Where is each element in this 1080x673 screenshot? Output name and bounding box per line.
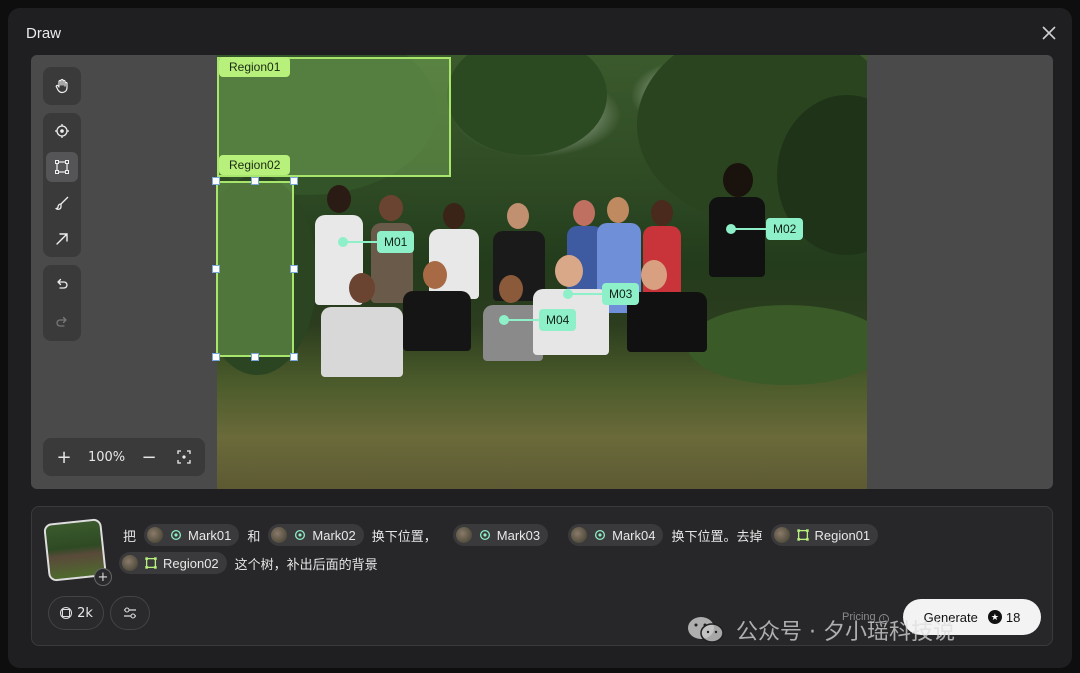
globe-icon <box>60 606 73 620</box>
prompt-text: 换下位置， <box>371 529 437 545</box>
fit-screen-icon <box>177 450 191 464</box>
undo-icon <box>57 278 68 289</box>
undo-button[interactable] <box>46 268 78 300</box>
chip-label: Mark04 <box>612 527 656 543</box>
draw-dialog: Draw Region01 Region02 M01 M02 M03 M04 +… <box>8 8 1072 668</box>
avatar <box>773 527 790 543</box>
close-button[interactable] <box>1038 22 1060 44</box>
target-icon <box>169 528 183 542</box>
target-icon <box>593 528 607 542</box>
prompt-text: 换下位置。去掉 <box>671 529 763 545</box>
close-icon <box>1042 26 1056 40</box>
mark-01-tag[interactable]: M01 <box>377 231 415 253</box>
chip-label: Region02 <box>163 555 219 571</box>
chip-label: Mark02 <box>312 527 356 543</box>
resize-handle[interactable] <box>290 177 298 185</box>
chip-label: Mark01 <box>188 527 232 543</box>
hand-icon <box>55 78 68 94</box>
mark-03-tag[interactable]: M03 <box>602 283 640 305</box>
region-tool[interactable] <box>46 152 78 182</box>
prompt-text: 和 <box>247 529 261 545</box>
mark-tool[interactable] <box>46 116 78 146</box>
arrow-icon <box>56 233 68 245</box>
credit-icon: ★ <box>987 610 1002 624</box>
watermark: 公众号 · 夕小瑶科技说 <box>686 614 955 646</box>
rectangle-select-icon <box>55 160 69 174</box>
mark03-chip[interactable]: Mark03 <box>452 524 549 546</box>
zoom-in-button[interactable]: + <box>53 446 75 468</box>
prompt-line-2[interactable]: Region02 这个树，补出后面的背景 <box>119 552 380 574</box>
region-02-box[interactable] <box>216 181 294 357</box>
resolution-label: 2k <box>77 605 93 621</box>
zoom-bar: + 100% − <box>43 438 205 476</box>
brush-tool[interactable] <box>46 188 78 218</box>
avatar <box>455 527 472 543</box>
mark-02-tag[interactable]: M02 <box>766 218 804 240</box>
mark-02-line <box>733 228 767 230</box>
mark01-chip[interactable]: Mark01 <box>144 524 240 546</box>
avatar <box>122 555 138 571</box>
prompt-text: 这个树，补出后面的背景 <box>234 557 378 573</box>
hand-tool[interactable] <box>46 70 78 102</box>
draw-toolbar <box>43 113 81 257</box>
redo-icon <box>56 316 67 327</box>
mark02-chip[interactable]: Mark02 <box>268 524 364 546</box>
resize-handle[interactable] <box>212 265 220 273</box>
region01-chip[interactable]: Region01 <box>770 524 879 546</box>
rectangle-select-icon <box>796 528 810 542</box>
resize-handle[interactable] <box>212 177 220 185</box>
mark-04-tag[interactable]: M04 <box>539 309 577 331</box>
hand-toolbar <box>43 67 81 105</box>
redo-button[interactable] <box>46 306 78 338</box>
region-02-tag[interactable]: Region02 <box>219 155 291 175</box>
mark04-chip[interactable]: Mark04 <box>568 524 664 546</box>
mark-01-line <box>345 241 379 243</box>
watermark-text: 公众号 · 夕小瑶科技说 <box>736 620 955 645</box>
mark-03-line <box>570 293 604 295</box>
prompt-line-1[interactable]: 把 Mark01 和 Mark02 换下位置， Mark03 Mark04 换下… <box>121 524 884 546</box>
brush-icon <box>55 196 69 210</box>
prompt-text: 把 <box>123 529 137 545</box>
resize-handle[interactable] <box>290 353 298 361</box>
zoom-level: 100% <box>87 449 126 465</box>
resize-handle[interactable] <box>251 177 259 185</box>
history-toolbar <box>43 265 81 341</box>
region02-chip[interactable]: Region02 <box>119 552 227 574</box>
target-icon <box>293 528 307 542</box>
sliders-icon <box>124 607 136 619</box>
fit-screen-button[interactable] <box>173 446 195 468</box>
target-icon <box>55 124 69 138</box>
region-01-tag[interactable]: Region01 <box>219 57 291 77</box>
wechat-icon <box>686 615 726 645</box>
settings-button[interactable] <box>110 596 150 630</box>
mark-04-line <box>506 319 540 321</box>
resolution-button[interactable]: 2k <box>48 596 104 630</box>
canvas-area[interactable]: Region01 Region02 M01 M02 M03 M04 + 100%… <box>31 55 1053 489</box>
resize-handle[interactable] <box>212 353 220 361</box>
arrow-tool[interactable] <box>46 224 78 254</box>
chip-label: Region01 <box>814 527 871 543</box>
resize-handle[interactable] <box>251 353 259 361</box>
dialog-title: Draw <box>26 25 62 42</box>
target-icon <box>478 528 492 542</box>
chip-label: Mark03 <box>496 527 541 543</box>
resize-handle[interactable] <box>290 265 298 273</box>
avatar <box>571 527 588 543</box>
avatar <box>147 527 164 543</box>
avatar <box>271 527 288 543</box>
credit-count: 18 <box>1005 609 1021 625</box>
rectangle-select-icon <box>144 556 158 570</box>
zoom-out-button[interactable]: − <box>138 446 160 468</box>
add-image-button[interactable]: + <box>94 568 112 586</box>
